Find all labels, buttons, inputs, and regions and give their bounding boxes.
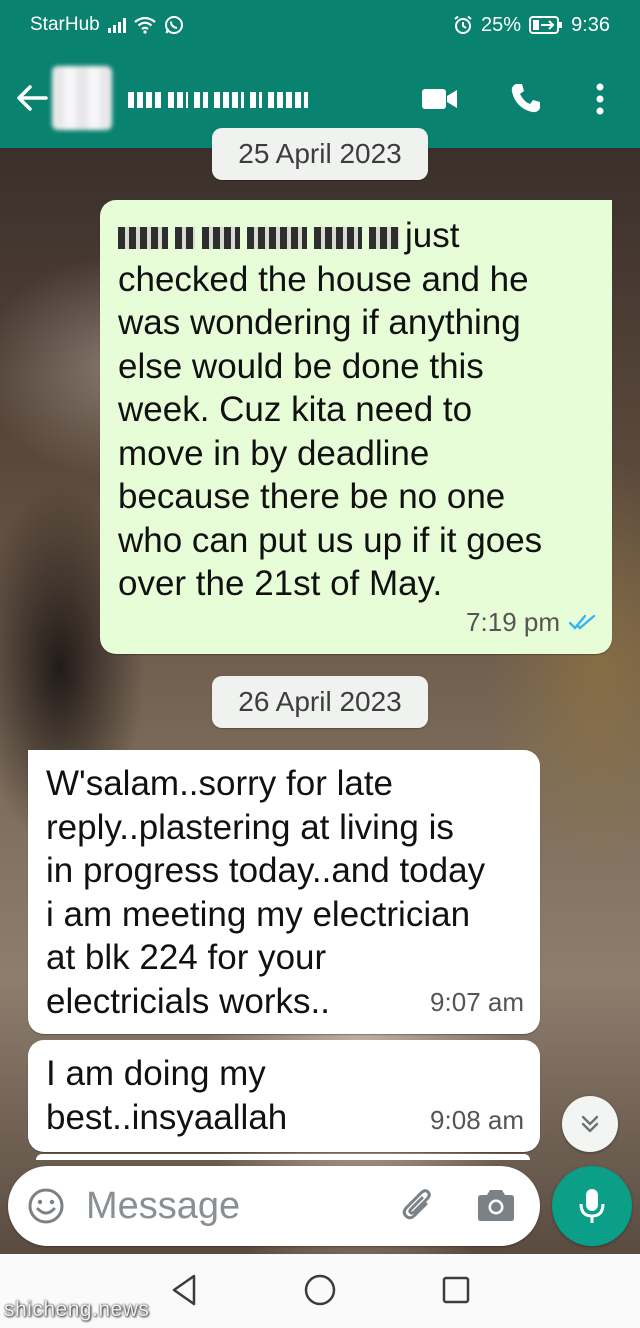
carrier-name: StarHub [30,14,100,35]
contact-avatar[interactable] [52,66,112,130]
message-text: just checked the house and he was wonder… [118,216,543,603]
microphone-icon [579,1189,605,1223]
double-chevron-down-icon [581,1115,599,1133]
outgoing-message[interactable]: just checked the house and he was wonder… [100,200,612,654]
next-message-peek [36,1154,530,1160]
nav-back-icon[interactable] [168,1272,200,1308]
message-time: 9:07 am [430,986,524,1017]
contact-name-redacted[interactable] [128,86,328,114]
video-call-icon[interactable] [420,84,460,114]
incoming-message[interactable]: I am doing my best..insyaallah 9:08 am [28,1040,540,1152]
status-bar: StarHub 25% 9:36 [0,0,640,50]
microphone-button[interactable] [552,1166,632,1246]
message-time: 9:08 am [430,1104,524,1135]
emoji-icon[interactable] [26,1186,66,1226]
scroll-to-bottom-button[interactable] [562,1096,618,1152]
back-arrow-icon[interactable] [12,80,52,116]
battery-percent: 25% [481,13,522,36]
message-meta: 9:08 am [430,1099,524,1143]
battery-charging-icon [529,16,563,34]
status-right: 25% 9:36 [453,14,610,37]
message-time: 7:19 pm [466,606,560,637]
message-meta: 7:19 pm [466,601,596,645]
signal-icon [107,17,126,33]
status-left: StarHub [30,14,184,36]
watermark-text: shicheng.news [4,1298,150,1321]
whatsapp-icon [164,16,183,34]
nav-home-icon[interactable] [302,1272,338,1308]
incoming-message[interactable]: W'salam..sorry for late reply..plasterin… [28,750,540,1034]
redacted-text [118,226,399,249]
message-input[interactable] [86,1182,386,1230]
alarm-icon [454,15,472,34]
read-receipt-icon [568,615,596,631]
message-composer [8,1166,540,1246]
nav-recents-icon[interactable] [440,1274,472,1306]
wifi-icon [134,16,156,34]
more-menu-icon[interactable] [588,80,612,118]
paperclip-icon[interactable] [398,1186,438,1226]
voice-call-icon[interactable] [508,80,544,116]
date-chip: 26 April 2023 [212,676,428,728]
message-meta: 9:07 am [430,981,524,1025]
status-time: 9:36 [571,13,610,36]
date-chip: 25 April 2023 [212,128,428,180]
camera-icon[interactable] [474,1186,518,1226]
